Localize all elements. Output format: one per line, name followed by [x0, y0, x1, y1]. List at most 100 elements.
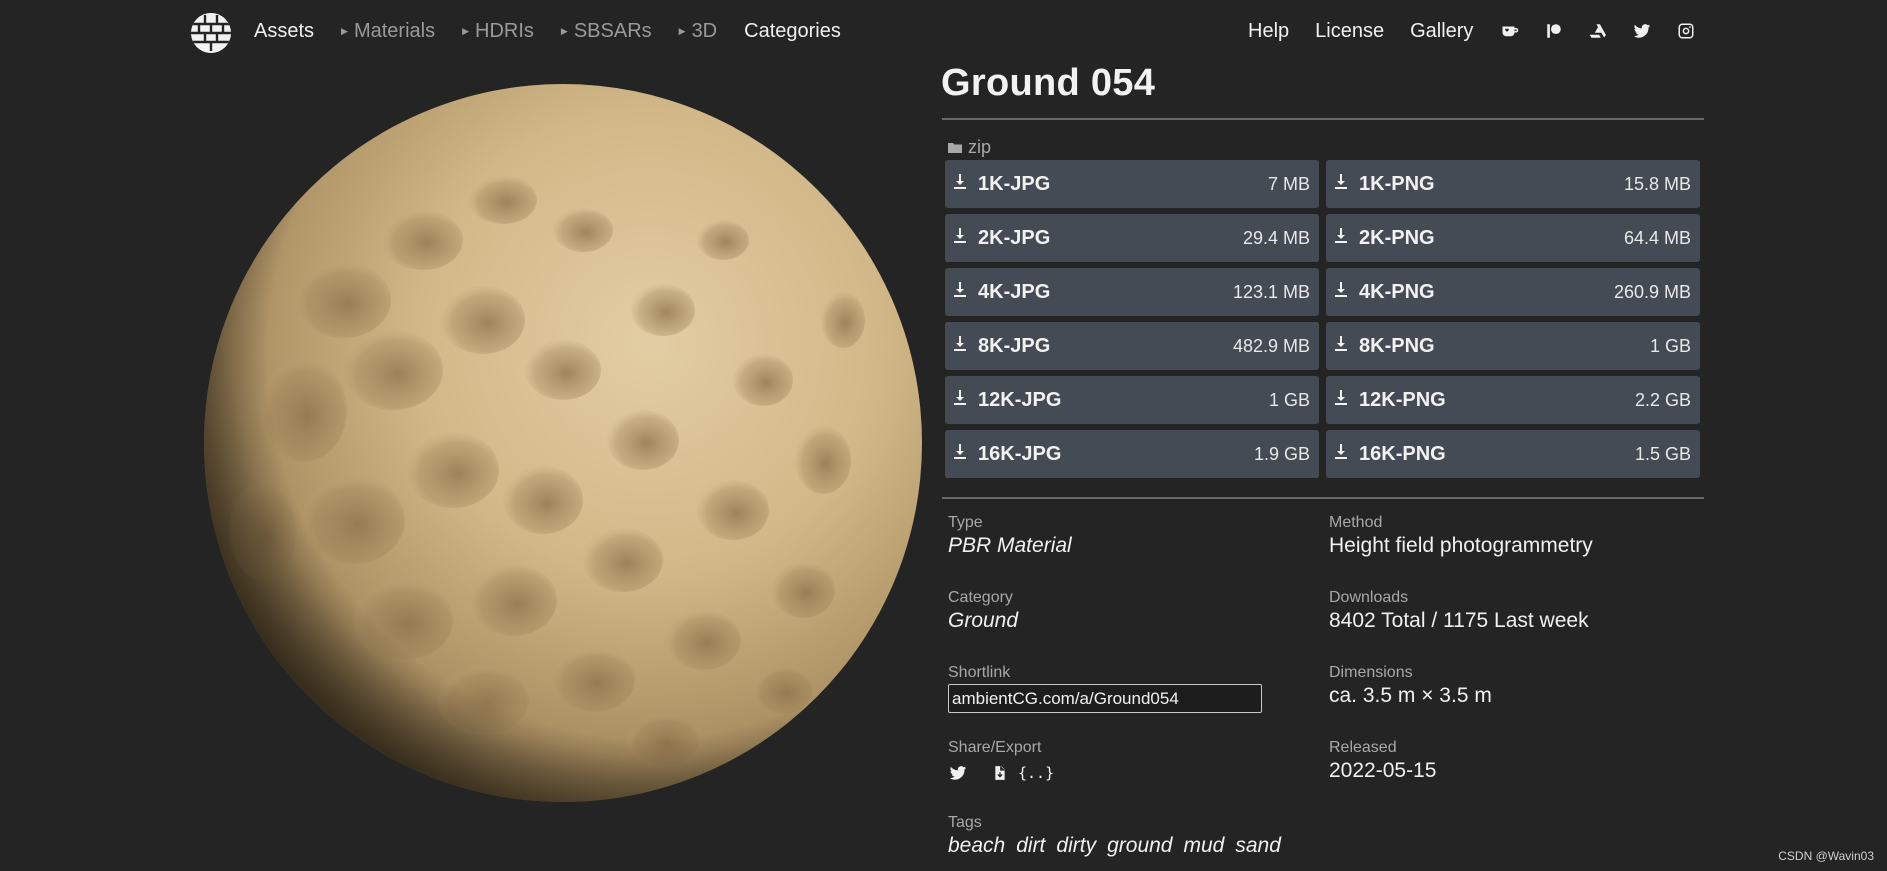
- download-icon: [1335, 228, 1347, 243]
- nav-materials[interactable]: ▶ Materials: [341, 20, 435, 43]
- meta-method-label: Method: [1329, 514, 1383, 531]
- nav-assets[interactable]: Assets: [254, 20, 314, 43]
- meta-downloads-label: Downloads: [1329, 589, 1409, 606]
- download-4k-jpg-button[interactable]: 4K-JPG 123.1 MB: [945, 268, 1319, 316]
- tag-link[interactable]: beach: [948, 834, 1005, 858]
- material-preview-sphere: [203, 80, 923, 806]
- primary-nav: Assets ▶ Materials ▶ HDRIs ▶ SBSARs ▶ 3D…: [254, 18, 868, 44]
- patreon-icon[interactable]: [1543, 20, 1565, 42]
- shortlink-input[interactable]: [948, 684, 1262, 713]
- download-8k-png-button[interactable]: 8K-PNG 1 GB: [1326, 322, 1700, 370]
- nav-3d-label: 3D: [691, 19, 718, 42]
- meta-type-value[interactable]: PBR Material: [948, 534, 1072, 558]
- download-16k-png-button[interactable]: 16K-PNG 1.5 GB: [1326, 430, 1700, 478]
- zip-label: zip: [968, 137, 992, 157]
- download-4k-png-button[interactable]: 4K-PNG 260.9 MB: [1326, 268, 1700, 316]
- download-label: 16K-PNG: [1359, 442, 1446, 465]
- ambientcg-logo-icon[interactable]: [191, 13, 231, 53]
- download-icon: [1335, 282, 1347, 297]
- tag-link[interactable]: ground: [1107, 834, 1172, 858]
- download-icon: [954, 336, 966, 351]
- download-size: 29.4 MB: [1242, 227, 1310, 248]
- watermark-text: CSDN @Wavin03: [1778, 849, 1874, 863]
- download-16k-jpg-button[interactable]: 16K-JPG 1.9 GB: [945, 430, 1319, 478]
- meta-category-value[interactable]: Ground: [948, 609, 1018, 633]
- download-label: 8K-JPG: [978, 334, 1051, 357]
- download-size: 64.4 MB: [1623, 227, 1691, 248]
- secondary-nav: Help License Gallery: [1248, 18, 1719, 44]
- kofi-icon[interactable]: [1499, 20, 1521, 42]
- download-8k-jpg-button[interactable]: 8K-JPG 482.9 MB: [945, 322, 1319, 370]
- download-icon: [1335, 336, 1347, 351]
- download-size: 1.9 GB: [1253, 443, 1310, 464]
- download-grid: 1K-JPG 7 MB 1K-PNG 15.8 MB 2K-JPG 29.4 M…: [945, 160, 1701, 478]
- download-label: 1K-PNG: [1359, 172, 1435, 195]
- artstation-icon[interactable]: [1587, 20, 1609, 42]
- meta-method-value: Height field photogrammetry: [1329, 534, 1593, 557]
- nav-hdris-label: HDRIs: [475, 19, 534, 42]
- download-icon: [954, 444, 966, 459]
- top-nav: Assets ▶ Materials ▶ HDRIs ▶ SBSARs ▶ 3D…: [0, 0, 1887, 62]
- page-title: Ground 054: [941, 62, 1156, 104]
- meta-tags-label: Tags: [948, 814, 982, 831]
- download-label: 4K-JPG: [978, 280, 1051, 303]
- download-12k-png-button[interactable]: 12K-PNG 2.2 GB: [1326, 376, 1700, 424]
- share-twitter-icon[interactable]: [948, 763, 968, 783]
- caret-right-icon: ▶: [341, 25, 348, 36]
- download-size: 15.8 MB: [1623, 173, 1691, 194]
- download-size: 2.2 GB: [1634, 389, 1691, 410]
- download-size: 1 GB: [1649, 335, 1691, 356]
- download-size: 482.9 MB: [1232, 335, 1310, 356]
- export-file-icon[interactable]: [990, 763, 1010, 783]
- download-1k-jpg-button[interactable]: 1K-JPG 7 MB: [945, 160, 1319, 208]
- download-2k-png-button[interactable]: 2K-PNG 64.4 MB: [1326, 214, 1700, 262]
- nav-hdris[interactable]: ▶ HDRIs: [462, 20, 534, 43]
- download-label: 2K-PNG: [1359, 226, 1435, 249]
- nav-license[interactable]: License: [1315, 20, 1384, 43]
- download-12k-jpg-button[interactable]: 12K-JPG 1 GB: [945, 376, 1319, 424]
- download-size: 260.9 MB: [1613, 281, 1691, 302]
- nav-categories[interactable]: Categories: [744, 20, 841, 43]
- tag-link[interactable]: dirt: [1016, 834, 1045, 858]
- download-label: 16K-JPG: [978, 442, 1062, 465]
- download-size: 1 GB: [1268, 389, 1310, 410]
- downloads-divider: [942, 497, 1704, 499]
- download-2k-jpg-button[interactable]: 2K-JPG 29.4 MB: [945, 214, 1319, 262]
- meta-shortlink-label: Shortlink: [948, 664, 1011, 681]
- nav-materials-label: Materials: [353, 19, 436, 42]
- caret-right-icon: ▶: [560, 25, 568, 36]
- download-1k-png-button[interactable]: 1K-PNG 15.8 MB: [1326, 160, 1700, 208]
- meta-dimensions-label: Dimensions: [1329, 664, 1413, 681]
- folder-icon: [948, 143, 962, 153]
- meta-tags: Tags beach dirt dirty ground mud sand: [948, 814, 1292, 858]
- zip-section-label: zip: [948, 137, 991, 158]
- caret-right-icon: ▶: [678, 25, 686, 36]
- meta-released-label: Released: [1329, 739, 1397, 756]
- export-json-button[interactable]: {..}: [1018, 764, 1054, 782]
- download-size: 123.1 MB: [1232, 281, 1310, 302]
- meta-shortlink: Shortlink: [948, 664, 1262, 713]
- download-icon: [1335, 390, 1347, 405]
- nav-gallery[interactable]: Gallery: [1410, 20, 1473, 43]
- meta-type-label: Type: [948, 514, 983, 531]
- tag-link[interactable]: sand: [1235, 834, 1281, 858]
- nav-3d[interactable]: ▶ 3D: [679, 20, 718, 43]
- meta-downloads-value: 8402 Total / 1175 Last week: [1329, 609, 1589, 632]
- meta-share-label: Share/Export: [948, 739, 1042, 756]
- nav-help[interactable]: Help: [1248, 20, 1289, 43]
- meta-downloads: Downloads 8402 Total / 1175 Last week: [1329, 589, 1589, 633]
- meta-dimensions: Dimensions ca. 3.5 m × 3.5 m: [1329, 664, 1492, 708]
- meta-method: Method Height field photogrammetry: [1329, 514, 1593, 558]
- meta-type: Type PBR Material: [948, 514, 1072, 558]
- twitter-icon[interactable]: [1631, 20, 1653, 42]
- nav-sbsars-label: SBSARs: [573, 19, 652, 42]
- tag-link[interactable]: dirty: [1056, 834, 1096, 858]
- nav-sbsars[interactable]: ▶ SBSARs: [561, 20, 652, 43]
- meta-released: Released 2022-05-15: [1329, 739, 1436, 783]
- tag-link[interactable]: mud: [1183, 834, 1224, 858]
- download-label: 4K-PNG: [1359, 280, 1435, 303]
- share-buttons: {..}: [948, 763, 1054, 783]
- instagram-icon[interactable]: [1675, 20, 1697, 42]
- download-label: 8K-PNG: [1359, 334, 1435, 357]
- meta-dimensions-value: ca. 3.5 m × 3.5 m: [1329, 684, 1492, 707]
